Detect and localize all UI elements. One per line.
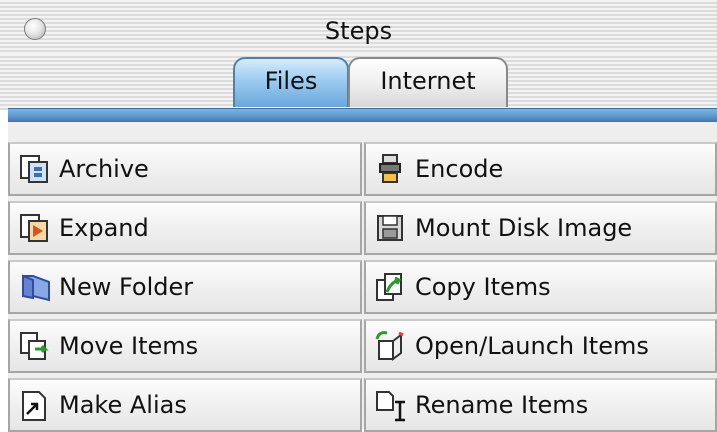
- tab-internet[interactable]: Internet: [348, 57, 508, 107]
- step-label: Move Items: [59, 332, 199, 360]
- step-expand-button[interactable]: Expand: [8, 201, 362, 255]
- copy-items-icon: [373, 270, 407, 304]
- tab-panel-header: [8, 108, 717, 122]
- step-move-items-button[interactable]: Move Items: [8, 319, 362, 373]
- step-label: Expand: [59, 214, 149, 242]
- step-label: Archive: [59, 155, 149, 183]
- folder-icon: [17, 270, 51, 304]
- disk-image-icon: [373, 211, 407, 245]
- window-title: Steps: [324, 17, 393, 45]
- step-mount-disk-image-button[interactable]: Mount Disk Image: [364, 201, 717, 255]
- step-open-launch-items-button[interactable]: Open/Launch Items: [364, 319, 717, 373]
- step-label: New Folder: [59, 273, 194, 301]
- step-archive-button[interactable]: Archive: [8, 142, 362, 196]
- step-label: Rename Items: [415, 391, 589, 419]
- steps-window: Steps Files Internet Archive Expand New …: [0, 0, 717, 432]
- encode-icon: [373, 152, 407, 186]
- move-items-icon: [17, 329, 51, 363]
- step-new-folder-button[interactable]: New Folder: [8, 260, 362, 314]
- tab-files[interactable]: Files: [233, 57, 349, 107]
- step-label: Encode: [415, 155, 504, 183]
- expand-icon: [17, 211, 51, 245]
- step-encode-button[interactable]: Encode: [364, 142, 717, 196]
- archive-icon: [17, 152, 51, 186]
- open-launch-icon: [373, 329, 407, 363]
- step-label: Mount Disk Image: [415, 214, 633, 242]
- title-bar[interactable]: Steps: [0, 0, 717, 54]
- step-copy-items-button[interactable]: Copy Items: [364, 260, 717, 314]
- alias-icon: [17, 388, 51, 422]
- step-rename-items-button[interactable]: Rename Items: [364, 378, 717, 432]
- step-make-alias-button[interactable]: Make Alias: [8, 378, 362, 432]
- step-label: Copy Items: [415, 273, 551, 301]
- rename-icon: [373, 388, 407, 422]
- steps-panel: Archive Expand New Folder Move Items Mak…: [8, 122, 717, 432]
- tab-strip: Files Internet: [0, 54, 717, 110]
- step-label: Make Alias: [59, 391, 187, 419]
- step-label: Open/Launch Items: [415, 332, 649, 360]
